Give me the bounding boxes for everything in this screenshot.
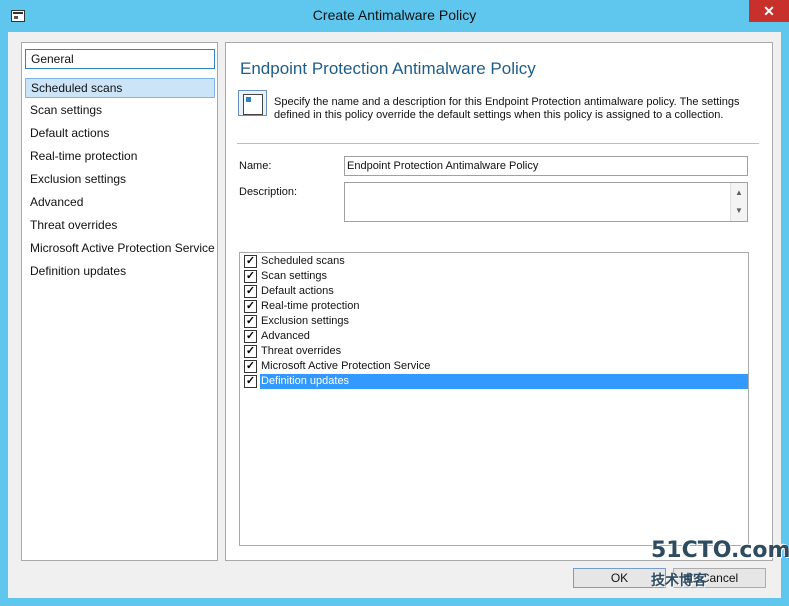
divider [237, 143, 759, 144]
checkbox-checked-icon[interactable]: ✓ [244, 345, 257, 358]
nav-item-real-time-protection[interactable]: Real-time protection [25, 147, 215, 167]
setting-row-scheduled-scans[interactable]: ✓ Scheduled scans [242, 254, 748, 269]
setting-row-threat-overrides[interactable]: ✓ Threat overrides [242, 344, 748, 359]
policy-info-icon [238, 90, 267, 116]
nav-item-threat-overrides[interactable]: Threat overrides [25, 216, 215, 236]
settings-checklist: ✓ Scheduled scans ✓ Scan settings ✓ Defa… [239, 252, 749, 546]
checkbox-checked-icon[interactable]: ✓ [244, 255, 257, 268]
description-label: Description: [239, 186, 298, 198]
close-button[interactable]: ✕ [749, 0, 789, 22]
title-bar[interactable]: Create Antimalware Policy ✕ [0, 0, 789, 32]
setting-row-default-actions[interactable]: ✓ Default actions [242, 284, 748, 299]
setting-label: Exclusion settings [261, 315, 350, 327]
checkbox-checked-icon[interactable]: ✓ [244, 270, 257, 283]
name-field[interactable] [344, 156, 748, 176]
setting-label: Scan settings [261, 270, 328, 282]
setting-label: Threat overrides [261, 345, 342, 357]
checkbox-checked-icon[interactable]: ✓ [244, 375, 257, 388]
setting-row-maps[interactable]: ✓ Microsoft Active Protection Service [242, 359, 748, 374]
setting-row-real-time-protection[interactable]: ✓ Real-time protection [242, 299, 748, 314]
nav-item-exclusion-settings[interactable]: Exclusion settings [25, 170, 215, 190]
window-title: Create Antimalware Policy [312, 7, 477, 23]
setting-label: Advanced [261, 330, 310, 342]
nav-item-advanced[interactable]: Advanced [25, 193, 215, 213]
content-pane: Endpoint Protection Antimalware Policy S… [225, 42, 773, 561]
setting-label: Scheduled scans [261, 255, 345, 267]
setting-label: Default actions [261, 285, 334, 297]
checkbox-checked-icon[interactable]: ✓ [244, 315, 257, 328]
checkbox-checked-icon[interactable]: ✓ [244, 360, 257, 373]
dialog-window: Create Antimalware Policy ✕ General Sche… [0, 0, 789, 606]
ok-button[interactable]: OK [573, 568, 666, 588]
nav-pane: General Scheduled scans Scan settings De… [21, 42, 218, 561]
name-label: Name: [239, 160, 272, 172]
nav-item-scheduled-scans[interactable]: Scheduled scans [25, 78, 215, 98]
setting-label: Definition updates [260, 374, 748, 389]
nav-item-scan-settings[interactable]: Scan settings [25, 101, 215, 121]
setting-row-definition-updates[interactable]: ✓ Definition updates [242, 374, 748, 389]
nav-item-definition-updates[interactable]: Definition updates [25, 262, 215, 282]
description-field[interactable]: ▲ ▼ [344, 182, 748, 222]
setting-row-scan-settings[interactable]: ✓ Scan settings [242, 269, 748, 284]
cancel-button[interactable]: Cancel [673, 568, 766, 588]
dialog-body: General Scheduled scans Scan settings De… [8, 32, 781, 598]
scroll-up-icon[interactable]: ▲ [731, 185, 747, 201]
page-title: Endpoint Protection Antimalware Policy [240, 59, 536, 78]
nav-item-maps[interactable]: Microsoft Active Protection Service [25, 239, 215, 259]
scroll-down-icon[interactable]: ▼ [731, 203, 747, 219]
intro-text: Specify the name and a description for t… [274, 96, 740, 121]
setting-label: Real-time protection [261, 300, 360, 312]
nav-item-default-actions[interactable]: Default actions [25, 124, 215, 144]
nav-item-general[interactable]: General [25, 49, 215, 69]
checkbox-checked-icon[interactable]: ✓ [244, 285, 257, 298]
checkbox-checked-icon[interactable]: ✓ [244, 300, 257, 313]
description-scrollbar[interactable]: ▲ ▼ [730, 183, 747, 221]
checkbox-checked-icon[interactable]: ✓ [244, 330, 257, 343]
setting-label: Microsoft Active Protection Service [261, 360, 431, 372]
setting-row-advanced[interactable]: ✓ Advanced [242, 329, 748, 344]
setting-row-exclusion-settings[interactable]: ✓ Exclusion settings [242, 314, 748, 329]
